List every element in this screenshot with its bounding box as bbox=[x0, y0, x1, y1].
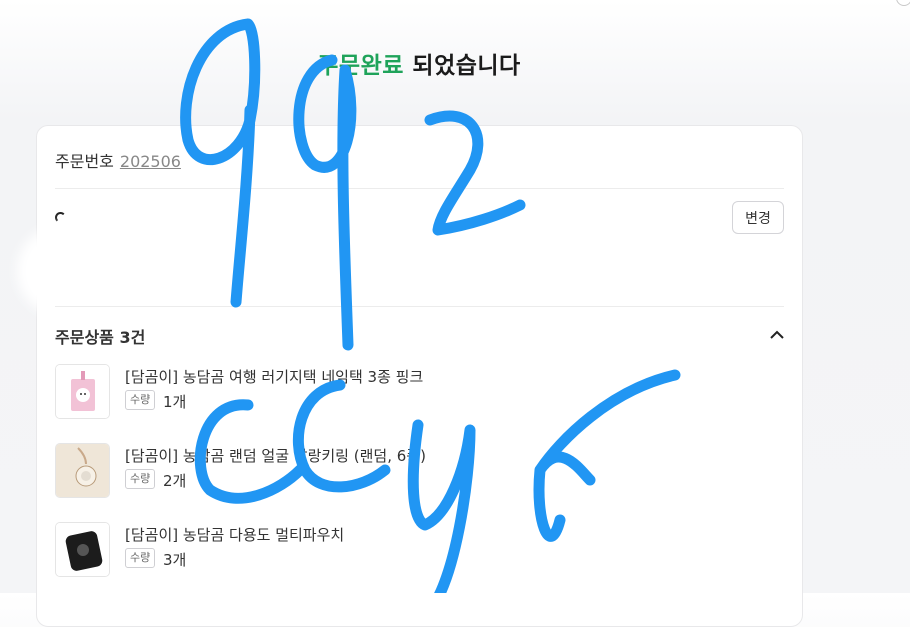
redacted-address-area bbox=[27, 236, 507, 306]
list-item[interactable]: [담곰이] 농담곰 여행 러기지택 네임택 3종 핑크 수량 1개 bbox=[55, 364, 784, 443]
divider bbox=[55, 188, 784, 189]
title-accent: 주문완료 bbox=[317, 53, 404, 79]
page-title: 주문완료 되었습니다 bbox=[0, 46, 838, 80]
order-items-title: 주문상품 3건 bbox=[55, 328, 146, 347]
chevron-up-icon[interactable] bbox=[770, 328, 784, 342]
quantity-value: 2개 bbox=[163, 472, 187, 490]
list-item[interactable]: [담곰이] 농담곰 랜덤 얼굴 찰랑키링 (랜덤, 6종) 수량 2개 bbox=[55, 443, 784, 522]
product-name[interactable]: [담곰이] 농담곰 다용도 멀티파우치 bbox=[125, 524, 344, 545]
order-number-link[interactable]: 202506 bbox=[120, 152, 181, 171]
quantity-badge: 수량 bbox=[125, 390, 156, 410]
product-name[interactable]: [담곰이] 농담곰 랜덤 얼굴 찰랑키링 (랜덤, 6종) bbox=[125, 445, 426, 466]
order-number-row: 주문번호 202506 bbox=[55, 148, 181, 172]
loading-spinner-icon bbox=[55, 212, 66, 223]
change-address-button[interactable]: 변경 bbox=[732, 201, 784, 234]
quantity-badge: 수량 bbox=[125, 548, 156, 568]
order-summary-card: 주문번호 202506 변경 주문상품 3건 [담곰이] 농담곰 여행 러기지택 … bbox=[27, 125, 803, 627]
quantity-badge: 수량 bbox=[125, 469, 156, 489]
product-thumbnail[interactable] bbox=[55, 522, 110, 577]
quantity-value: 3개 bbox=[163, 551, 187, 569]
title-rest: 되었습니다 bbox=[403, 53, 521, 79]
divider bbox=[55, 306, 784, 307]
list-item[interactable]: [담곰이] 농담곰 다용도 멀티파우치 수량 3개 bbox=[55, 522, 784, 601]
order-number-label: 주문번호 bbox=[55, 152, 114, 171]
order-items-list: [담곰이] 농담곰 여행 러기지택 네임택 3종 핑크 수량 1개 [담곰이] … bbox=[55, 364, 784, 601]
corner-circle-icon bbox=[896, 0, 910, 6]
quantity-value: 1개 bbox=[163, 393, 187, 411]
product-thumbnail[interactable] bbox=[55, 443, 110, 498]
product-name[interactable]: [담곰이] 농담곰 여행 러기지택 네임택 3종 핑크 bbox=[125, 366, 423, 387]
product-thumbnail[interactable] bbox=[55, 364, 110, 419]
